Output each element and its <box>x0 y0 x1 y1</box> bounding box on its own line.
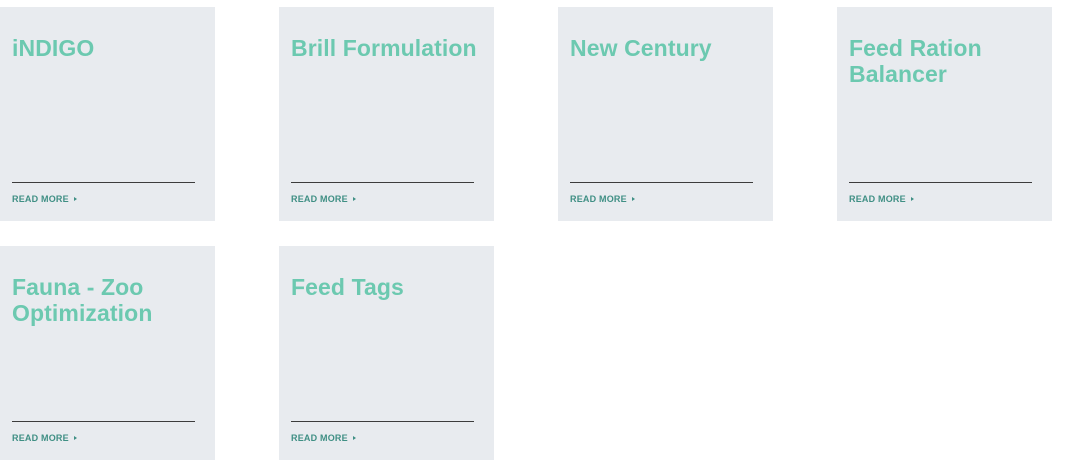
read-more-link[interactable]: READ MORE <box>570 194 635 204</box>
product-card-feed-tags[interactable]: Feed Tags READ MORE <box>279 246 494 460</box>
read-more-link[interactable]: READ MORE <box>291 194 356 204</box>
card-divider <box>291 182 474 183</box>
read-more-link[interactable]: READ MORE <box>291 433 356 443</box>
read-more-link[interactable]: READ MORE <box>849 194 914 204</box>
read-more-label[interactable]: READ MORE <box>12 194 69 204</box>
card-title[interactable]: Brill Formulation <box>291 35 484 61</box>
card-divider <box>849 182 1032 183</box>
card-title[interactable]: New Century <box>570 35 763 61</box>
product-card-brill-formulation[interactable]: Brill Formulation READ MORE <box>279 7 494 221</box>
card-title[interactable]: iNDIGO <box>12 35 205 61</box>
product-card-feed-ration-balancer[interactable]: Feed Ration Balancer READ MORE <box>837 7 1052 221</box>
arrow-right-icon <box>631 197 635 201</box>
arrow-right-icon <box>73 436 77 440</box>
arrow-right-icon <box>352 197 356 201</box>
card-divider <box>570 182 753 183</box>
read-more-label[interactable]: READ MORE <box>12 433 69 443</box>
card-divider <box>291 421 474 422</box>
card-title[interactable]: Feed Tags <box>291 274 484 300</box>
read-more-link[interactable]: READ MORE <box>12 433 77 443</box>
card-title[interactable]: Feed Ration Balancer <box>849 35 1042 87</box>
card-divider <box>12 182 195 183</box>
read-more-link[interactable]: READ MORE <box>12 194 77 204</box>
card-divider <box>12 421 195 422</box>
read-more-label[interactable]: READ MORE <box>570 194 627 204</box>
read-more-label[interactable]: READ MORE <box>291 433 348 443</box>
arrow-right-icon <box>352 436 356 440</box>
product-card-grid: iNDIGO READ MORE Brill Formulation READ … <box>0 7 1052 460</box>
product-card-fauna-zoo-optimization[interactable]: Fauna - Zoo Optimization READ MORE <box>0 246 215 460</box>
arrow-right-icon <box>910 197 914 201</box>
arrow-right-icon <box>73 197 77 201</box>
read-more-label[interactable]: READ MORE <box>291 194 348 204</box>
card-title[interactable]: Fauna - Zoo Optimization <box>12 274 205 326</box>
product-card-indigo[interactable]: iNDIGO READ MORE <box>0 7 215 221</box>
product-card-new-century[interactable]: New Century READ MORE <box>558 7 773 221</box>
read-more-label[interactable]: READ MORE <box>849 194 906 204</box>
